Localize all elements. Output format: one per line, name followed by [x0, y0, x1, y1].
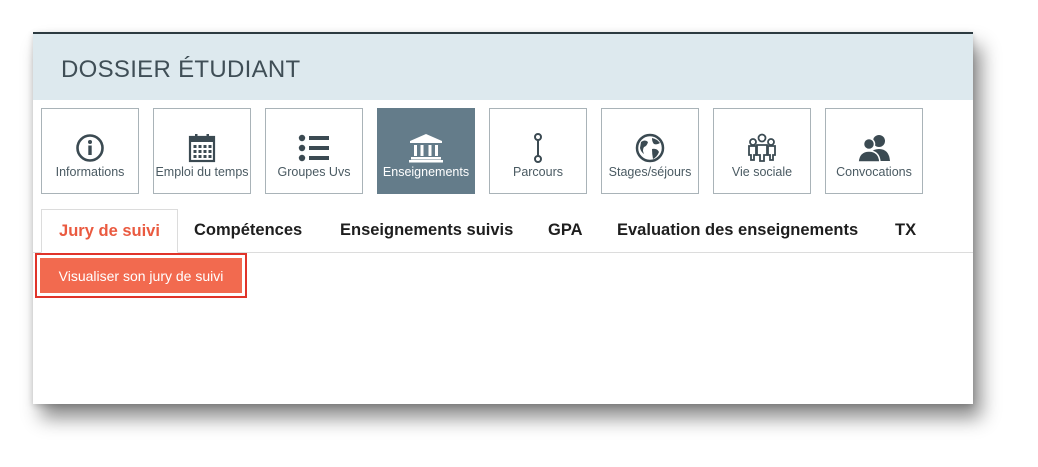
calendar-icon	[154, 132, 250, 164]
tile-label: Informations	[55, 165, 125, 179]
tile-convocations[interactable]: Convocations	[825, 108, 923, 194]
tile-emploi-du-temps[interactable]: Emploi du temps	[153, 108, 251, 194]
tile-enseignements[interactable]: Enseignements	[377, 108, 475, 194]
tab-evaluation-des-enseignements[interactable]: Evaluation des enseignements	[617, 209, 858, 252]
page-title: DOSSIER ÉTUDIANT	[61, 56, 301, 83]
section-tabs: Jury de suivi Compétences Enseignements …	[33, 209, 973, 253]
list-icon	[266, 132, 362, 164]
globe-icon	[602, 132, 698, 164]
route-icon	[490, 132, 586, 164]
highlight-box: Visualiser son jury de suivi	[35, 253, 247, 298]
view-jury-button[interactable]: Visualiser son jury de suivi	[40, 258, 242, 293]
institution-icon	[378, 132, 474, 164]
tile-label: Enseignements	[382, 165, 470, 179]
tile-label: Emploi du temps	[155, 165, 249, 179]
tab-competences[interactable]: Compétences	[194, 209, 302, 252]
tile-label: Parcours	[512, 165, 564, 179]
student-record-window: DOSSIER ÉTUDIANT Informations Emploi du …	[33, 32, 973, 404]
tile-informations[interactable]: Informations	[41, 108, 139, 194]
tab-gpa[interactable]: GPA	[548, 209, 583, 252]
tile-label: Groupes Uvs	[277, 165, 351, 179]
people-group-icon	[714, 132, 810, 164]
tile-stages-sejours[interactable]: Stages/séjours	[601, 108, 699, 194]
tile-parcours[interactable]: Parcours	[489, 108, 587, 194]
tab-tx[interactable]: TX	[895, 209, 916, 252]
tile-vie-sociale[interactable]: Vie sociale	[713, 108, 811, 194]
tab-jury-de-suivi[interactable]: Jury de suivi	[41, 209, 178, 253]
tab-enseignements-suivis[interactable]: Enseignements suivis	[340, 209, 513, 252]
page-header: DOSSIER ÉTUDIANT	[33, 34, 973, 100]
tile-groupes-uvs[interactable]: Groupes Uvs	[265, 108, 363, 194]
tile-label: Convocations	[836, 165, 912, 179]
tile-label: Stages/séjours	[608, 165, 692, 179]
users-icon	[826, 132, 922, 164]
info-circle-icon	[42, 132, 138, 164]
tile-label: Vie sociale	[731, 165, 793, 179]
